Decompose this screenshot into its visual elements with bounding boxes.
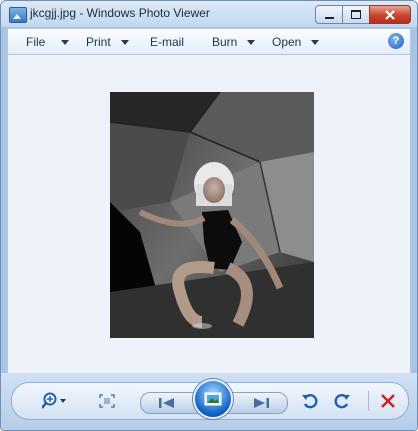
actual-size-icon (99, 394, 115, 408)
menu-file[interactable]: File (26, 35, 70, 49)
chevron-down-icon (120, 39, 129, 45)
menu-bar: File Print E-mail Burn Open ? (7, 28, 411, 55)
photo-viewer-app-icon[interactable] (9, 7, 27, 23)
delete-icon (381, 394, 395, 408)
maximize-button[interactable] (342, 5, 370, 24)
actual-size-button[interactable] (98, 392, 116, 410)
toolbar-separator (368, 391, 369, 411)
menu-print-label: Print (86, 35, 111, 49)
menu-email-label: E-mail (150, 35, 185, 49)
menu-file-label: File (26, 35, 46, 49)
close-button[interactable] (369, 5, 411, 24)
photo-illustration (110, 92, 314, 338)
menu-burn-label: Burn (212, 35, 238, 49)
chevron-down-icon (311, 39, 320, 45)
caption-buttons (315, 5, 411, 24)
minimize-icon (324, 16, 334, 19)
displayed-photo (110, 92, 314, 338)
window-title: jkcgjj.jpg - Windows Photo Viewer (30, 6, 210, 20)
menu-email[interactable]: E-mail (150, 35, 184, 49)
slideshow-button[interactable] (193, 379, 233, 419)
rotate-right-button[interactable] (332, 391, 352, 411)
help-icon: ? (392, 35, 400, 47)
bottom-toolbar (1, 373, 417, 430)
photo-viewer-window: jkcgjj.jpg - Windows Photo Viewer File P… (0, 0, 418, 431)
previous-icon (159, 398, 174, 408)
minimize-button[interactable] (315, 5, 343, 24)
rotate-right-icon (334, 394, 350, 409)
slideshow-icon (204, 392, 222, 406)
title-bar[interactable]: jkcgjj.jpg - Windows Photo Viewer (1, 1, 417, 27)
previous-button[interactable] (155, 395, 179, 411)
rotate-left-icon (302, 394, 318, 409)
zoom-icon (42, 392, 66, 409)
next-button[interactable] (249, 395, 273, 411)
help-button[interactable]: ? (388, 33, 404, 49)
toolbar-pill (11, 379, 409, 420)
zoom-button[interactable] (38, 391, 72, 411)
menu-open[interactable]: Open (272, 35, 320, 49)
maximize-icon (351, 10, 361, 19)
chevron-down-icon (247, 39, 256, 45)
close-icon (385, 9, 395, 20)
chevron-down-icon (61, 39, 70, 45)
delete-button[interactable] (378, 391, 398, 411)
next-icon (254, 398, 269, 408)
image-viewport[interactable] (7, 55, 411, 373)
menu-burn[interactable]: Burn (212, 35, 256, 49)
menu-open-label: Open (272, 35, 302, 49)
rotate-left-button[interactable] (300, 391, 320, 411)
menu-print[interactable]: Print (86, 35, 129, 49)
